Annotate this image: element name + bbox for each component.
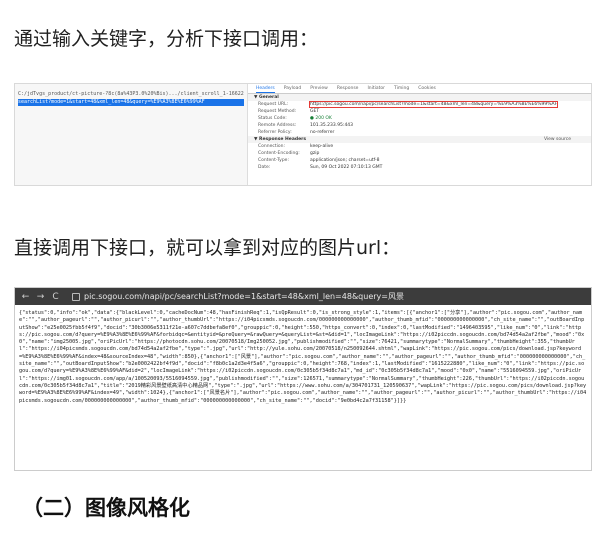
status-value: ● 200 OK: [310, 116, 332, 121]
request-method-row: Request Method: GET: [248, 108, 591, 115]
header-key: Request URL:: [258, 102, 289, 107]
devtools-tabs: Headers Payload Preview Response Initiat…: [248, 84, 591, 94]
tab-payload[interactable]: Payload: [284, 84, 302, 93]
general-section-header[interactable]: ▼ General: [248, 94, 591, 101]
tab-preview[interactable]: Preview: [310, 84, 328, 93]
header-value: keep-alive: [310, 144, 334, 149]
response-header-row: Connection: keep-alive: [248, 143, 591, 150]
response-headers-section-header[interactable]: ▼ Response Headers View source: [248, 136, 591, 143]
request-url-value: https://pic.sogou.com/napi/pc/searchList…: [308, 101, 559, 108]
tab-cookies[interactable]: Cookies: [418, 84, 436, 93]
tab-initiator[interactable]: Initiator: [367, 84, 385, 93]
request-details-panel: Headers Payload Preview Response Initiat…: [248, 84, 591, 185]
response-header-row: Content-Type: application/json; charset=u…: [248, 157, 591, 164]
header-key: Remote Address:: [258, 123, 297, 128]
remote-address-row: Remote Address: 101.35.233.95:443: [248, 122, 591, 129]
network-request-list: C:/jdTvgs_product/ct-picture-?8c(8a%43P3…: [15, 84, 248, 185]
section-heading: （二）图像风格化: [22, 496, 190, 520]
tab-response[interactable]: Response: [337, 84, 359, 93]
network-request-item-selected[interactable]: searchList?mode=1&start=48&xml_len=48&qu…: [18, 99, 244, 106]
forward-arrow-icon[interactable]: →: [36, 292, 45, 302]
header-key: Date:: [258, 165, 271, 170]
status-code-row: Status Code: ● 200 OK: [248, 115, 591, 122]
header-value: no-referrer: [310, 130, 335, 135]
header-value: 101.35.233.95:443: [310, 123, 354, 128]
back-arrow-icon[interactable]: ←: [21, 292, 30, 302]
browser-address-bar: ← → C pic.sogou.com/napi/pc/searchList?m…: [15, 288, 591, 305]
header-key: Request Method:: [258, 109, 297, 114]
view-source-link[interactable]: View source: [544, 136, 571, 143]
header-value: GET: [310, 109, 320, 114]
header-key: Connection:: [258, 144, 285, 149]
header-key: Content-Encoding:: [258, 151, 300, 156]
referrer-policy-row: Referrer Policy: no-referrer: [248, 129, 591, 136]
network-request-item[interactable]: C:/jdTvgs_product/ct-picture-?8c(8a%43P3…: [18, 91, 244, 98]
header-value: Sun, 09 Oct 2022 07:10:13 GMT: [310, 165, 383, 170]
header-key: Status Code:: [258, 116, 287, 121]
header-value: application/json; charset=utf-8: [310, 158, 380, 163]
header-value: gzip: [310, 151, 320, 156]
response-header-row: Content-Encoding: gzip: [248, 150, 591, 157]
url-text: pic.sogou.com/napi/pc/searchList?mode=1&…: [84, 292, 404, 301]
json-response-body: {"status":0,"info":"ok","data":{"blackLe…: [19, 310, 587, 404]
header-key: Referrer Policy:: [258, 130, 292, 135]
tab-headers[interactable]: Headers: [256, 84, 275, 93]
request-url-row: Request URL: https://pic.sogou.com/napi/p…: [248, 101, 591, 108]
section-label: ▼ Response Headers: [254, 137, 307, 142]
tab-timing[interactable]: Timing: [394, 84, 409, 93]
header-key: Content-Type:: [258, 158, 289, 163]
browser-screenshot: ← → C pic.sogou.com/napi/pc/searchList?m…: [14, 287, 592, 471]
devtools-screenshot: C:/jdTvgs_product/ct-picture-?8c(8a%43P3…: [14, 83, 592, 186]
result-paragraph: 直接调用下接口，就可以拿到对应的图片url：: [14, 237, 401, 259]
lock-icon: [72, 292, 80, 301]
url-field[interactable]: pic.sogou.com/napi/pc/searchList?mode=1&…: [72, 291, 404, 302]
intro-paragraph: 通过输入关键字，分析下接口调用：: [14, 28, 319, 50]
response-header-row: Date: Sun, 09 Oct 2022 07:10:13 GMT: [248, 164, 591, 171]
reload-icon[interactable]: C: [51, 292, 60, 302]
